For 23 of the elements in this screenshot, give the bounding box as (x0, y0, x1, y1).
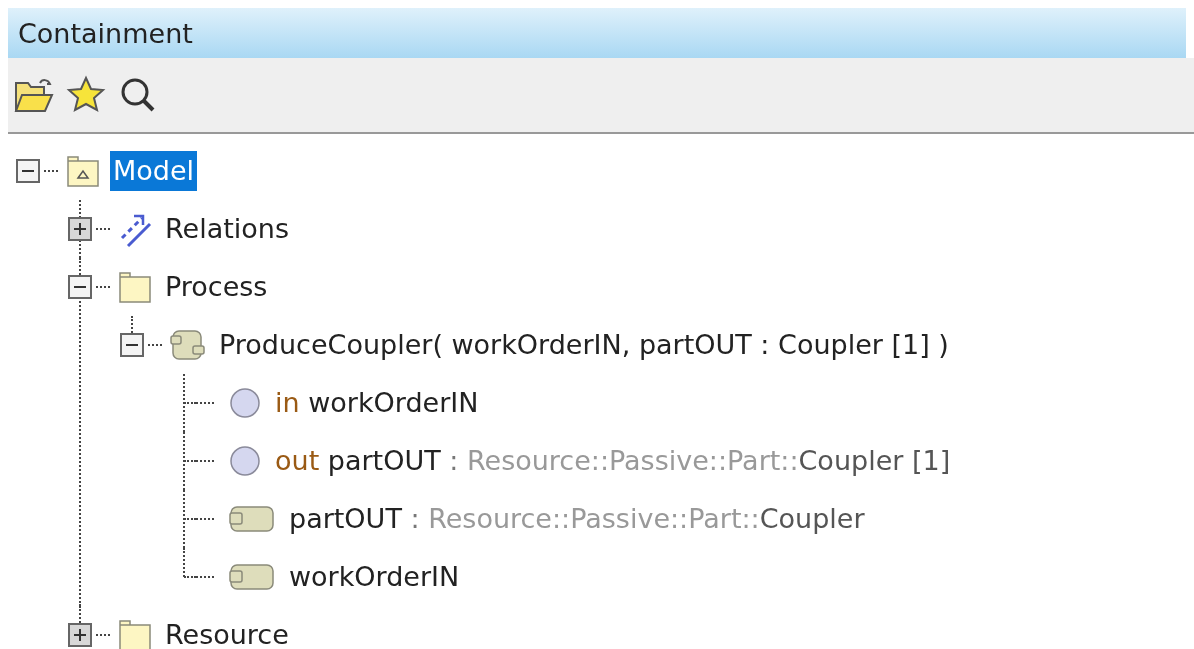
tree-item[interactable]: Resource (162, 615, 292, 649)
tree-item[interactable]: in workOrderIN (272, 383, 482, 423)
expand-icon[interactable] (68, 623, 92, 647)
circle-icon (228, 386, 262, 420)
model-folder-icon (66, 154, 100, 188)
expand-icon[interactable] (68, 217, 92, 241)
pin-icon (228, 504, 276, 534)
panel-title: Containment (8, 8, 1186, 58)
tree-item[interactable]: workOrderIN (286, 557, 463, 597)
tree-item[interactable]: Process (162, 267, 271, 307)
folder-icon (118, 618, 152, 649)
pin-icon (228, 562, 276, 592)
folder-icon (118, 270, 152, 304)
tree-item[interactable]: Model (110, 151, 198, 191)
tree-item[interactable]: partOUT : Resource::Passive::Part::Coupler (286, 499, 868, 539)
tree-item[interactable]: out partOUT : Resource::Passive::Part::Coupler [1] (272, 441, 954, 481)
activity-icon (170, 328, 206, 362)
collapse-icon[interactable] (16, 159, 40, 183)
tree-item[interactable]: Relations (162, 209, 292, 249)
circle-icon (228, 444, 262, 478)
collapse-icon[interactable] (120, 333, 144, 357)
tree-item[interactable]: ProduceCoupler( workOrderIN, partOUT : Coupler [1] ) (216, 325, 952, 365)
collapse-icon[interactable] (68, 275, 92, 299)
